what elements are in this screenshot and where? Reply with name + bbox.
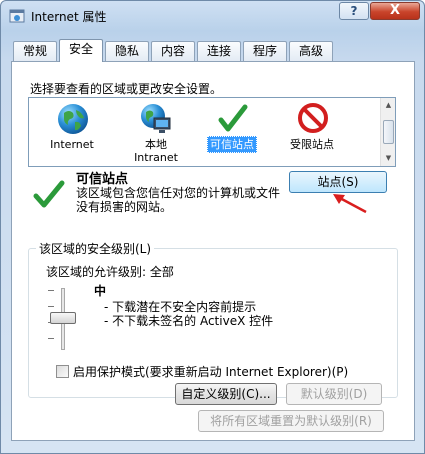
local-intranet-icon xyxy=(141,104,171,133)
security-level-name: 中 xyxy=(94,284,107,298)
scroll-thumb[interactable] xyxy=(383,120,394,144)
scroll-up-icon[interactable]: ▲ xyxy=(382,99,395,112)
zone-label: 本地 Intranet xyxy=(134,138,178,164)
checkmark-icon xyxy=(218,104,248,132)
tab-programs[interactable]: 程序 xyxy=(243,41,287,61)
tab-content[interactable]: 内容 xyxy=(151,41,195,61)
sites-button[interactable]: 站点(S) xyxy=(289,171,387,193)
internet-properties-window: Internet 属性 ? X 常规 安全 隐私 内容 连接 程序 高级 选择要… xyxy=(0,0,425,454)
zone-list[interactable]: Internet 本地 Intranet 可信站点 受限站点 ▲ ▼ xyxy=(28,97,396,167)
zone-internet[interactable]: Internet xyxy=(37,102,107,164)
zone-local-intranet[interactable]: 本地 Intranet xyxy=(121,102,191,164)
help-button[interactable]: ? xyxy=(339,2,369,20)
selected-zone-description: 该区域包含您信任对您的计算机或文件没有损害的网站。 xyxy=(76,186,281,214)
title-bar[interactable]: Internet 属性 ? X xyxy=(1,1,424,31)
security-level-legend: 该区域的安全级别(L) xyxy=(36,240,155,257)
level-description-line: - 不下载未签名的 ActiveX 控件 xyxy=(104,314,274,328)
zone-trusted-sites[interactable]: 可信站点 xyxy=(197,102,267,164)
zone-list-scrollbar[interactable]: ▲ ▼ xyxy=(380,98,395,166)
protected-mode-row[interactable]: 启用保护模式(要求重新启动 Internet Explorer)(P) xyxy=(56,363,348,380)
trusted-sites-checkmark-icon xyxy=(33,180,65,208)
protected-mode-checkbox[interactable] xyxy=(56,365,69,378)
slider-tick xyxy=(48,338,54,339)
window-title: Internet 属性 xyxy=(31,10,107,24)
red-arrow-annotation xyxy=(333,194,367,214)
restricted-icon xyxy=(298,103,328,133)
tab-privacy[interactable]: 隐私 xyxy=(105,41,149,61)
internet-options-icon xyxy=(9,9,25,23)
default-level-button[interactable]: 默认级别(D) xyxy=(286,383,382,405)
security-level-slider-thumb[interactable] xyxy=(50,312,76,324)
tab-connections[interactable]: 连接 xyxy=(197,41,241,61)
slider-tick xyxy=(48,290,54,291)
zone-instruction: 选择要查看的区域或更改安全设置。 xyxy=(30,82,223,96)
zone-label: 可信站点 xyxy=(197,136,267,153)
security-panel: 选择要查看的区域或更改安全设置。 Internet 本地 Intranet 可信… xyxy=(11,61,415,441)
custom-level-button[interactable]: 自定义级别(C)... xyxy=(175,383,277,405)
globe-icon xyxy=(58,104,88,134)
selected-zone-title: 可信站点 xyxy=(76,172,129,187)
protected-mode-label: 启用保护模式(要求重新启动 Internet Explorer)(P) xyxy=(73,365,349,379)
close-button[interactable]: X xyxy=(370,2,420,20)
zone-label: 受限站点 xyxy=(290,138,334,151)
tab-general[interactable]: 常规 xyxy=(13,41,57,61)
scroll-down-icon[interactable]: ▼ xyxy=(382,152,395,165)
zone-restricted-sites[interactable]: 受限站点 xyxy=(277,102,347,164)
tab-security[interactable]: 安全 xyxy=(59,39,103,62)
allowed-levels-text: 该区域的允许级别: 全部 xyxy=(46,265,174,279)
tab-advanced[interactable]: 高级 xyxy=(289,41,333,61)
zone-label: Internet xyxy=(50,138,94,151)
reset-all-zones-button[interactable]: 将所有区域重置为默认级别(R) xyxy=(198,410,384,432)
slider-tick xyxy=(48,306,54,307)
